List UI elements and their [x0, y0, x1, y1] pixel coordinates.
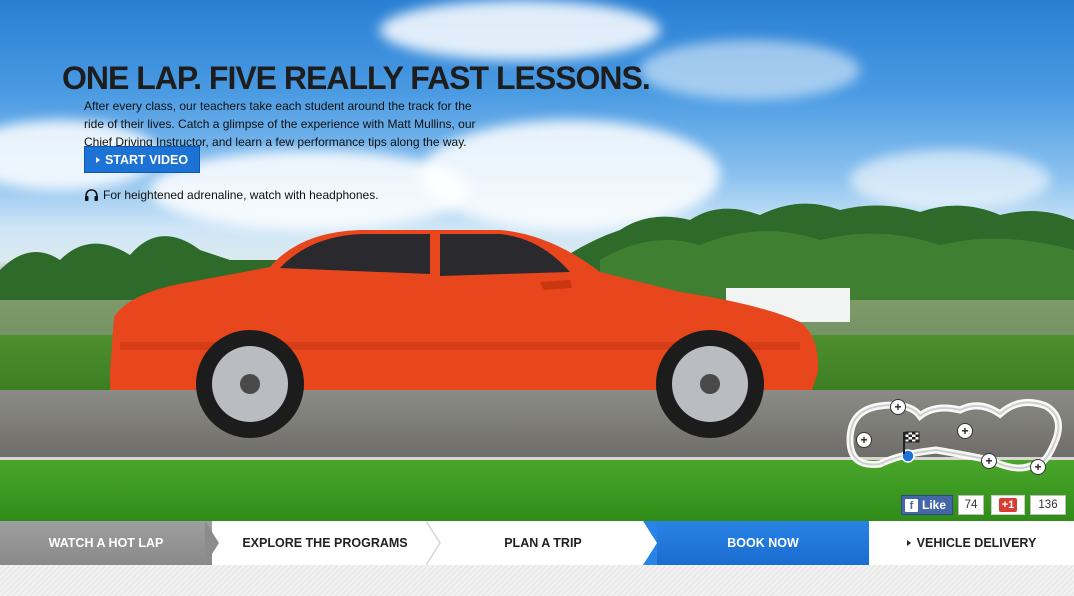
arrow-right-icon: [906, 540, 911, 546]
nav-explore-programs[interactable]: EXPLORE THE PROGRAMS: [221, 521, 429, 565]
nav-separator: [205, 521, 219, 565]
checkered-flag-icon: [903, 431, 920, 454]
cloud: [640, 40, 860, 100]
track-marker[interactable]: [1030, 459, 1046, 475]
bottom-nav: WATCH A HOT LAP EXPLORE THE PROGRAMS PLA…: [0, 521, 1074, 565]
gplus-count: 136: [1030, 495, 1066, 515]
start-video-label: START VIDEO: [104, 152, 189, 167]
gplus-button[interactable]: +1: [991, 495, 1025, 515]
facebook-like-count: 74: [958, 495, 984, 515]
nav-item-label: BOOK NOW: [727, 536, 799, 550]
nav-item-label: PLAN A TRIP: [504, 536, 582, 550]
headphones-note-text: For heightened adrenaline, watch with he…: [103, 188, 379, 202]
gplus-label: +1: [998, 498, 1018, 512]
track-marker[interactable]: [981, 453, 997, 469]
headphones-icon: [85, 188, 98, 201]
page-title: ONE LAP. FIVE REALLY FAST LESSONS.: [62, 60, 651, 96]
track-marker[interactable]: [890, 399, 906, 415]
nav-plan-trip[interactable]: PLAN A TRIP: [440, 521, 646, 565]
footer-pattern: [0, 565, 1074, 596]
start-video-button[interactable]: START VIDEO: [84, 146, 200, 173]
facebook-like-button[interactable]: f Like: [901, 495, 953, 515]
headphones-note: For heightened adrenaline, watch with he…: [84, 188, 379, 202]
intro-text: After every class, our teachers take eac…: [84, 99, 476, 149]
car-image: [110, 230, 819, 438]
track-marker[interactable]: [856, 432, 872, 448]
nav-vehicle-delivery[interactable]: VEHICLE DELIVERY: [869, 521, 1074, 565]
nav-item-label: EXPLORE THE PROGRAMS: [242, 536, 408, 550]
track-marker[interactable]: [957, 423, 973, 439]
nav-item-label: WATCH A HOT LAP: [48, 536, 164, 550]
cloud: [380, 0, 660, 60]
play-arrow-icon: [95, 156, 100, 163]
nav-book-now[interactable]: BOOK NOW: [657, 521, 869, 565]
facebook-icon: f: [905, 498, 918, 512]
nav-watch-hot-lap[interactable]: WATCH A HOT LAP: [0, 521, 212, 565]
facebook-like-label: Like: [922, 498, 947, 512]
nav-item-label: VEHICLE DELIVERY: [916, 536, 1037, 550]
